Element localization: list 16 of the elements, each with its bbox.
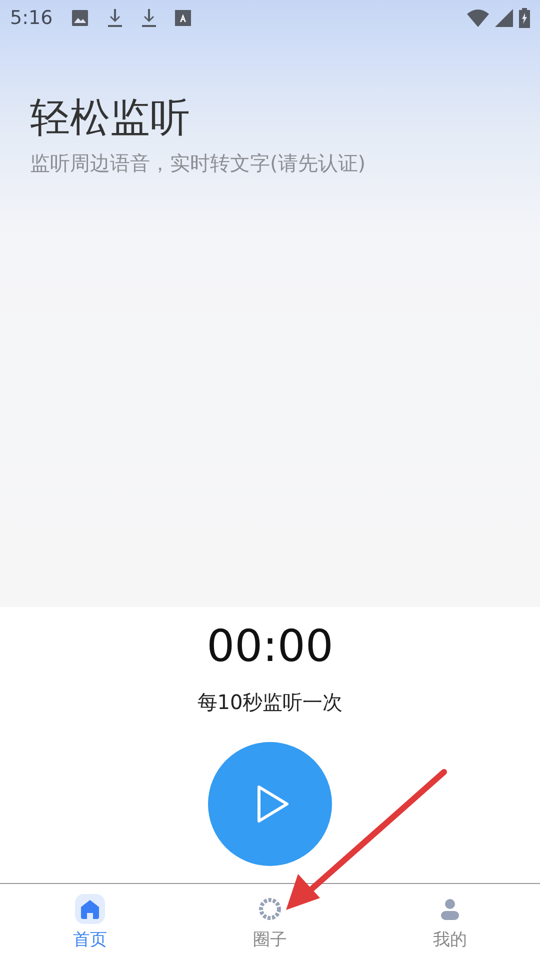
battery-icon (519, 8, 530, 28)
nav-tab[interactable]: 首页 (0, 884, 180, 960)
download-icon (106, 8, 123, 28)
nav-tab[interactable]: 我的 (360, 884, 540, 960)
timer: 00:00 (206, 620, 334, 674)
page-title: 轻松监听 (30, 94, 191, 143)
home-icon (75, 894, 105, 924)
page-subtitle: 监听周边语音，实时转文字(请先认证) (30, 150, 367, 177)
wifi-icon (467, 8, 489, 27)
nav-tab[interactable]: 圈子 (180, 884, 360, 960)
signal-icon (495, 8, 513, 27)
status-time: 5:16 (10, 6, 53, 29)
image-icon (70, 8, 89, 27)
interval-label: 每10秒监听一次 (197, 689, 343, 716)
keyboard-icon (174, 10, 191, 26)
download-icon (140, 8, 157, 28)
